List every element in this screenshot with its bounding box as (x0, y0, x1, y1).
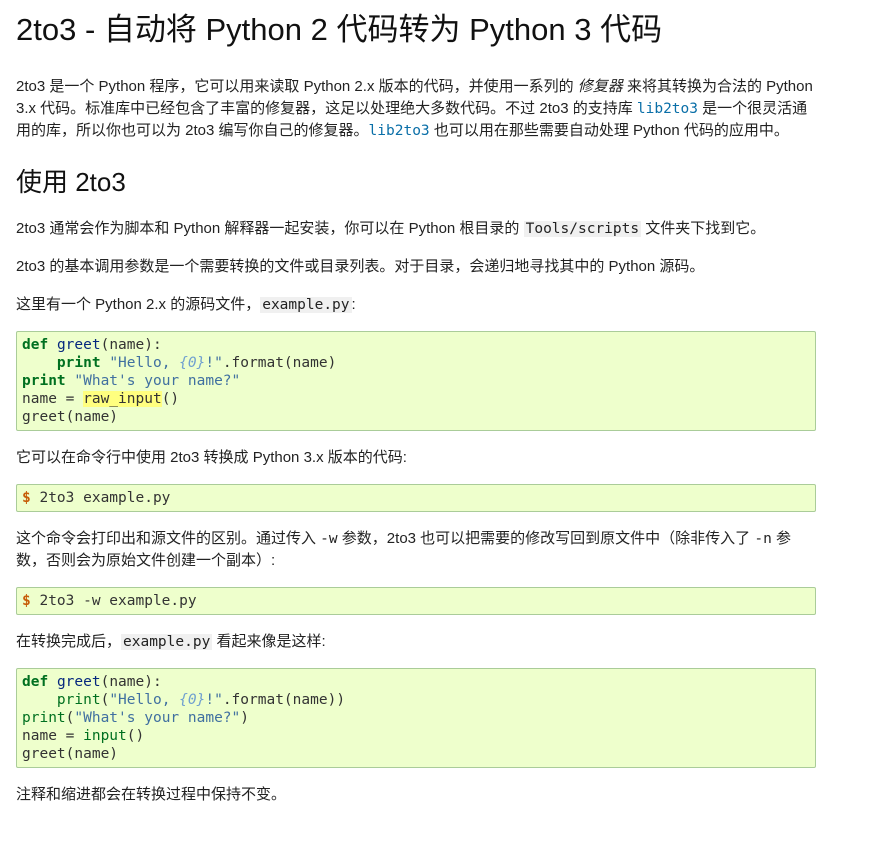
paragraph-convert: 它可以在命令行中使用 2to3 转换成 Python 3.x 版本的代码: (16, 449, 407, 466)
code-text: ) (240, 710, 249, 726)
n-flag: -n (754, 531, 772, 547)
code-keyword: print (22, 373, 66, 389)
lib2to3-link-2[interactable]: lib2to3 (369, 123, 430, 139)
code-builtin: input (83, 728, 127, 744)
tools-scripts-code: Tools/scripts (523, 221, 642, 237)
code-string: "Hello, (109, 355, 180, 371)
code-text: .format(name) (222, 355, 337, 371)
shell-command: 2to3 -w example.py (30, 593, 197, 609)
paragraph-after-conversion: 在转换完成后， example.py 看起来像是这样: (16, 631, 816, 653)
install-text-1: 2to3 通常会作为脚本和 Python 解释器一起安装，你可以在 Python… (16, 220, 524, 237)
code-highlight: raw_input (83, 391, 162, 407)
code-text: () (161, 391, 180, 407)
code-builtin: print (22, 710, 66, 726)
code-string: !" (205, 355, 223, 371)
code-text: ( (100, 692, 110, 708)
code-function-name: greet (56, 674, 101, 690)
code-string: "What's your name?" (74, 710, 241, 726)
paragraph-usage: 2to3 的基本调用参数是一个需要转换的文件或目录列表。对于目录，会递归地寻找其… (16, 258, 705, 275)
code-text: greet(name) (22, 746, 119, 762)
code-text: (name): (100, 674, 162, 690)
intro-text-1: 2to3 是一个 Python 程序，它可以用来读取 Python 2.x 版本… (16, 78, 578, 95)
paragraph-comments-preserved: 注释和缩进都会在转换过程中保持不变。 (16, 786, 287, 803)
intro-paragraph: 2to3 是一个 Python 程序，它可以用来读取 Python 2.x 版本… (16, 76, 816, 142)
command-block-1: $ 2to3 example.py (16, 484, 816, 512)
lib2to3-link[interactable]: lib2to3 (637, 101, 698, 117)
code-string: !" (205, 692, 223, 708)
command-block-2: $ 2to3 -w example.py (16, 587, 816, 615)
document-body: 2to3 - 自动将 Python 2 代码转为 Python 3 代码 2to… (16, 12, 816, 806)
code-text: () (126, 728, 145, 744)
paragraph-example-intro: 这里有一个 Python 2.x 的源码文件， example.py: (16, 294, 816, 316)
code-function-name: greet (56, 337, 101, 353)
page-title: 2to3 - 自动将 Python 2 代码转为 Python 3 代码 (16, 12, 663, 47)
code-keyword: def (22, 337, 49, 353)
code-builtin: print (56, 692, 101, 708)
intro-text-4: 也可以用在那些需要自动处理 Python 代码的应用中。 (429, 122, 789, 139)
section-heading: 使用 2to3 (16, 167, 126, 197)
install-text-2: 文件夹下找到它。 (641, 220, 766, 237)
intro-emphasis: 修复器 (577, 78, 623, 95)
code-keyword: def (22, 674, 49, 690)
example-intro-text-1: 这里有一个 Python 2.x 的源码文件， (16, 296, 261, 313)
shell-command: 2to3 example.py (30, 490, 171, 506)
example-filename-code-2: example.py (121, 634, 213, 650)
write-text-2: 参数，2to3 也可以把需要的修改写回到原文件中（除非传入了 (337, 530, 755, 547)
code-string: "What's your name?" (74, 373, 241, 389)
code-string: "Hello, (109, 692, 180, 708)
example-filename-code: example.py (260, 297, 352, 313)
w-flag: -w (320, 531, 338, 547)
shell-prompt: $ (22, 490, 31, 506)
write-text-1: 这个命令会打印出和源文件的区别。通过传入 (16, 530, 321, 547)
after-text-2: 看起来像是这样: (212, 633, 326, 650)
paragraph-write-option: 这个命令会打印出和源文件的区别。通过传入 -w 参数，2to3 也可以把需要的修… (16, 528, 816, 572)
code-keyword: print (56, 355, 101, 371)
code-text: name = (22, 728, 84, 744)
code-text: greet(name) (22, 409, 119, 425)
python2-code-block: def greet(name): print "Hello, {0}!".for… (16, 331, 816, 431)
shell-prompt: $ (22, 593, 31, 609)
code-text: .format(name)) (222, 692, 346, 708)
paragraph-install: 2to3 通常会作为脚本和 Python 解释器一起安装，你可以在 Python… (16, 218, 816, 240)
code-text: name = (22, 391, 84, 407)
code-text: (name): (100, 337, 162, 353)
code-interpolation: {0} (179, 692, 206, 708)
python3-code-block: def greet(name): print("Hello, {0}!".for… (16, 668, 816, 768)
after-text-1: 在转换完成后， (16, 633, 122, 650)
code-interpolation: {0} (179, 355, 206, 371)
example-intro-text-2: : (351, 296, 356, 313)
